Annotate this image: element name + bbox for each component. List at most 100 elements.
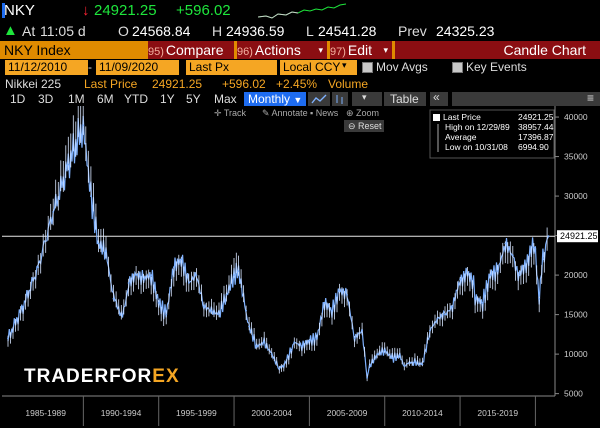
data-point bbox=[361, 329, 363, 332]
quote-header: NKY ↓ 24921.25 +596.02 bbox=[0, 0, 600, 22]
data-point bbox=[112, 297, 115, 300]
news-tool[interactable]: ▪ News bbox=[310, 108, 339, 118]
data-point bbox=[263, 341, 266, 344]
data-point bbox=[421, 363, 424, 366]
volume-label: Volume bbox=[328, 77, 369, 91]
legend-last-value: 24921.25 bbox=[518, 112, 554, 122]
data-point bbox=[534, 248, 537, 250]
x-tick-label: 2000-2004 bbox=[251, 408, 292, 418]
legend-low-value: 6994.90 bbox=[518, 142, 549, 152]
data-point bbox=[518, 274, 521, 276]
data-point bbox=[366, 377, 368, 379]
zoom-icon: ⊕ bbox=[346, 108, 356, 118]
y-tick-label: 20000 bbox=[564, 270, 588, 280]
data-point bbox=[150, 274, 153, 276]
high-value: 24936.59 bbox=[226, 23, 285, 39]
caret-down-icon: ▼ bbox=[293, 95, 303, 105]
data-point bbox=[383, 349, 386, 352]
period-ytd[interactable]: YTD bbox=[124, 92, 148, 106]
x-tick-label: 1990-1994 bbox=[101, 408, 142, 418]
data-point bbox=[203, 305, 205, 308]
data-point bbox=[293, 341, 296, 344]
data-point bbox=[37, 266, 40, 269]
data-point bbox=[282, 365, 285, 367]
data-point bbox=[472, 282, 475, 284]
zoom-tool[interactable]: ⊕ Zoom bbox=[346, 108, 379, 118]
caret-down-icon: ▾ bbox=[362, 92, 367, 102]
period-1d[interactable]: 1D bbox=[10, 92, 25, 106]
table-button[interactable]: Table bbox=[384, 92, 426, 106]
data-point bbox=[368, 365, 371, 367]
period-6m[interactable]: 6M bbox=[97, 92, 114, 106]
period-max[interactable]: Max bbox=[214, 92, 237, 106]
data-point bbox=[245, 309, 248, 312]
data-point bbox=[225, 294, 228, 296]
collapse-icon[interactable]: « bbox=[430, 90, 448, 106]
mov-avgs-checkbox[interactable] bbox=[362, 62, 373, 73]
data-point bbox=[465, 270, 467, 272]
reset-label[interactable]: ⊖ Reset bbox=[348, 121, 382, 131]
track-tool[interactable]: ✛ Track bbox=[214, 108, 247, 118]
change-percent: +2.45% bbox=[276, 77, 318, 91]
data-point bbox=[376, 353, 379, 355]
tick-up-icon: ▲ bbox=[3, 22, 18, 39]
intraday-sparkline bbox=[258, 3, 347, 19]
open-label: O bbox=[118, 23, 129, 39]
data-point bbox=[338, 290, 341, 292]
security-title: NKY Index bbox=[4, 42, 71, 58]
data-point bbox=[436, 317, 439, 320]
ticker-symbol[interactable]: NKY bbox=[4, 2, 35, 19]
data-point bbox=[451, 305, 454, 308]
change-value: +596.02 bbox=[222, 77, 266, 91]
data-point bbox=[533, 246, 535, 249]
menu-icon[interactable]: ≡ bbox=[587, 91, 594, 105]
compare-button[interactable]: 95) Compare bbox=[148, 41, 234, 59]
high-label: H bbox=[212, 23, 223, 39]
end-date-field[interactable]: 11/09/2020 bbox=[96, 60, 179, 75]
legend-high-label: High on 12/29/89 bbox=[445, 122, 510, 132]
data-point bbox=[429, 329, 431, 332]
data-point bbox=[331, 309, 333, 312]
data-point bbox=[82, 124, 85, 127]
security-info-row: Nikkei 225 Last Price 24921.25 +596.02 +… bbox=[0, 76, 600, 92]
annotate-tool[interactable]: ✎ Annotate bbox=[262, 108, 308, 118]
data-point bbox=[105, 250, 107, 253]
data-point bbox=[142, 278, 145, 280]
edit-button[interactable]: 97) Edit ▾ bbox=[330, 41, 392, 59]
bar-chart-icon[interactable] bbox=[332, 92, 348, 106]
data-point bbox=[172, 266, 175, 269]
actions-button[interactable]: 96) Actions ▾ bbox=[237, 41, 327, 59]
caret-down-icon: ▾ bbox=[342, 60, 347, 70]
chart-type-button[interactable]: Candle Chart bbox=[395, 41, 600, 59]
period-3d[interactable]: 3D bbox=[38, 92, 53, 106]
reset-icon: ⊖ bbox=[348, 121, 358, 131]
frequency-select[interactable]: Monthly ▼ bbox=[244, 92, 307, 106]
period-1y[interactable]: 1Y bbox=[160, 92, 175, 106]
data-point bbox=[210, 309, 213, 312]
key-events-label: Key Events bbox=[466, 60, 527, 74]
period-1m[interactable]: 1M bbox=[68, 92, 85, 106]
data-point bbox=[346, 294, 348, 296]
low-label: L bbox=[306, 23, 314, 39]
data-point bbox=[7, 337, 9, 340]
data-point bbox=[398, 354, 401, 357]
field-select[interactable]: Last Px bbox=[186, 60, 277, 75]
start-date-field[interactable]: 11/12/2010 bbox=[5, 60, 88, 75]
data-point bbox=[444, 313, 446, 316]
key-events-checkbox[interactable] bbox=[452, 62, 463, 73]
quote-time: 11:05 d bbox=[40, 23, 86, 39]
at-label: At bbox=[22, 23, 36, 39]
data-point bbox=[538, 297, 541, 300]
data-point bbox=[542, 258, 544, 261]
y-tick-label: 5000 bbox=[564, 389, 583, 399]
chart-style-dropdown[interactable]: ▾ bbox=[352, 92, 382, 106]
chart-legend: Last Price 24921.25 High on 12/29/89 389… bbox=[429, 109, 555, 159]
caret-down-icon: ▾ bbox=[383, 45, 388, 55]
line-chart-icon[interactable] bbox=[308, 92, 330, 106]
data-point bbox=[353, 337, 356, 340]
last-price-label: Last Price bbox=[84, 77, 138, 91]
y-axis: 500010000150002000025000300003500040000 bbox=[555, 112, 588, 399]
data-point bbox=[195, 274, 198, 276]
date-separator: - bbox=[88, 60, 92, 74]
period-5y[interactable]: 5Y bbox=[186, 92, 201, 106]
